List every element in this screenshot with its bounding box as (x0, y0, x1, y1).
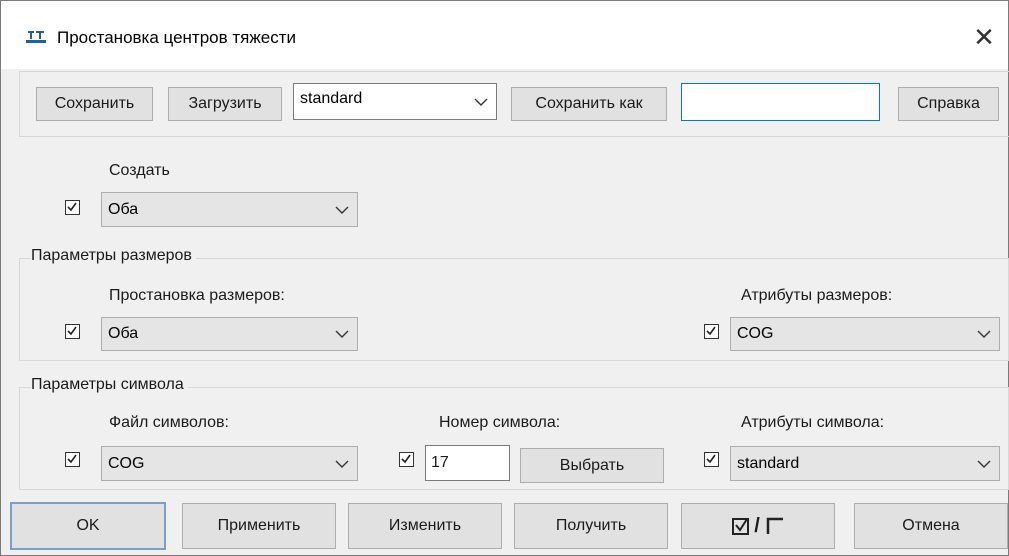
close-icon: ✕ (973, 22, 995, 52)
dialog-window: Простановка центров тяжести ✕ Сохранить … (0, 0, 1009, 556)
create-combo[interactable]: Оба (101, 192, 358, 227)
save-as-button[interactable]: Сохранить как (511, 87, 667, 121)
checkbox-checked-icon (67, 326, 77, 336)
checkbox-checked-icon (67, 454, 77, 464)
help-button-label: Справка (917, 95, 980, 112)
dimension-placement-combo[interactable]: Оба (101, 317, 358, 351)
toggle-all-checkboxes-button[interactable]: / (681, 503, 835, 549)
title-bar[interactable]: Простановка центров тяжести ✕ (1, 1, 1008, 69)
cancel-button-label: Отмена (902, 517, 960, 534)
symbol-number-value: 17 (431, 454, 449, 471)
chevron-down-icon (474, 98, 488, 106)
symbol-number-label: Номер символа: (439, 414, 561, 431)
toggle-all-separator: / (754, 514, 760, 537)
symbol-number-input[interactable]: 17 (425, 445, 510, 481)
dimension-attributes-label: Атрибуты размеров: (741, 287, 893, 304)
modify-button-label: Изменить (388, 517, 462, 534)
save-button-label: Сохранить (54, 95, 135, 112)
dimension-attributes-value: COG (737, 325, 774, 342)
save-button[interactable]: Сохранить (36, 87, 153, 121)
dimension-attributes-combo[interactable]: COG (730, 317, 1000, 351)
modify-button[interactable]: Изменить (348, 503, 502, 549)
checkbox-checked-icon (706, 454, 716, 464)
checkbox-empty-glyph-icon (766, 517, 783, 534)
symbol-attributes-checkbox[interactable] (704, 452, 719, 467)
dimension-placement-checkbox[interactable] (65, 324, 80, 339)
symbol-attributes-label: Атрибуты символа: (741, 414, 885, 431)
get-button-label: Получить (555, 517, 627, 534)
create-checkbox[interactable] (65, 200, 80, 215)
chevron-down-icon (335, 206, 349, 214)
dimensions-group-title: Параметры размеров (31, 247, 196, 265)
create-combo-value: Оба (108, 200, 139, 218)
apply-button-label: Применить (217, 517, 301, 534)
chevron-down-icon (335, 330, 349, 338)
get-button[interactable]: Получить (514, 503, 668, 549)
ok-button[interactable]: OK (10, 502, 166, 550)
select-symbol-button[interactable]: Выбрать (520, 448, 664, 483)
save-as-button-label: Сохранить как (535, 95, 643, 112)
symbol-file-value: COG (108, 454, 145, 472)
dimension-placement-label: Простановка размеров: (109, 287, 285, 304)
save-as-name-input[interactable] (681, 83, 880, 121)
preset-combo-value: standard (300, 90, 363, 107)
window-title: Простановка центров тяжести (57, 28, 296, 47)
symbol-number-checkbox[interactable] (399, 452, 414, 467)
preset-combo[interactable]: standard (293, 83, 497, 120)
help-button[interactable]: Справка (898, 87, 999, 121)
dimension-attributes-checkbox[interactable] (704, 324, 719, 339)
load-button[interactable]: Загрузить (168, 87, 282, 121)
chevron-down-icon (977, 460, 991, 468)
checkbox-checked-icon (67, 202, 77, 212)
close-button[interactable]: ✕ (961, 17, 1007, 57)
symbol-file-checkbox[interactable] (65, 452, 80, 467)
load-button-label: Загрузить (188, 95, 262, 112)
apply-button[interactable]: Применить (182, 503, 336, 549)
create-label: Создать (109, 162, 170, 179)
symbol-file-combo[interactable]: COG (101, 446, 358, 481)
checkbox-checked-glyph-icon (732, 518, 750, 535)
checkbox-checked-icon (401, 454, 411, 464)
select-symbol-button-label: Выбрать (559, 456, 625, 474)
chevron-down-icon (977, 330, 991, 338)
dimension-placement-value: Оба (108, 325, 139, 342)
ok-button-label: OK (76, 517, 100, 534)
chevron-down-icon (335, 460, 349, 468)
checkbox-checked-icon (706, 326, 716, 336)
cancel-button[interactable]: Отмена (854, 503, 1008, 549)
symbol-group-title: Параметры символа (31, 376, 188, 394)
symbol-attributes-combo[interactable]: standard (730, 446, 1000, 481)
symbol-attributes-value: standard (737, 454, 800, 472)
app-icon (26, 31, 46, 43)
symbol-file-label: Файл символов: (109, 414, 229, 431)
